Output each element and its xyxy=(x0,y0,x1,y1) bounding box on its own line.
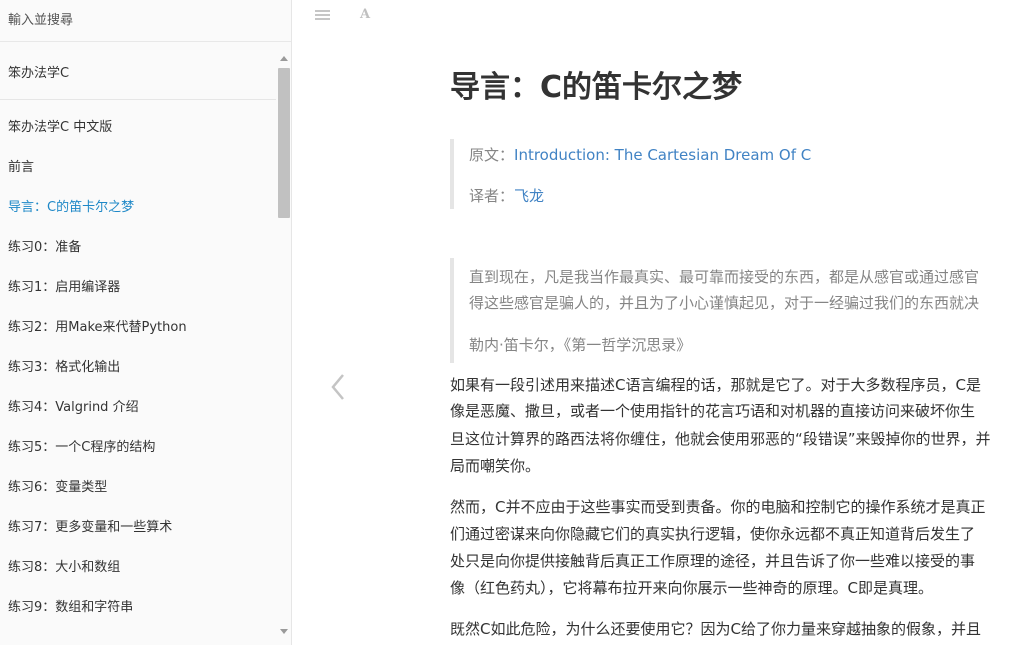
toc-item-ex4[interactable]: 练习4：Valgrind 介绍 xyxy=(8,398,139,418)
quote-line: 得这些感官是骗人的，并且为了小心谨慎起见，对于一经骗过我们的东西就决 xyxy=(469,294,980,312)
toc-divider xyxy=(0,99,276,100)
original-label: 原文： xyxy=(469,146,515,164)
paragraph-line: 局而嘲笑你。 xyxy=(450,457,541,475)
original-link[interactable]: Introduction: The Cartesian Dream Of C xyxy=(514,146,811,164)
scroll-up-arrow-icon[interactable] xyxy=(280,56,288,61)
toc-item-introduction[interactable]: 导言：C的笛卡尔之梦 xyxy=(8,198,134,218)
toc-item-ex0[interactable]: 练习0：准备 xyxy=(8,238,81,258)
toc-item-ex9[interactable]: 练习9：数组和字符串 xyxy=(8,598,133,618)
original-source: 原文：Introduction: The Cartesian Dream Of … xyxy=(469,144,811,166)
toc-item-chinese-edition[interactable]: 笨办法学C 中文版 xyxy=(8,118,112,138)
quote-attribution: 勒内·笛卡尔，《第一哲学沉思录》 xyxy=(469,336,692,354)
meta-blockquote-bar xyxy=(450,139,454,209)
quote-blockquote-bar xyxy=(450,258,454,363)
scroll-down-arrow-icon[interactable] xyxy=(280,629,288,634)
toc-item-preface[interactable]: 前言 xyxy=(8,158,34,178)
toc-item-ex1[interactable]: 练习1：启用编译器 xyxy=(8,278,120,298)
font-settings-icon[interactable]: A xyxy=(360,7,370,22)
page-title: 导言：C的笛卡尔之梦 xyxy=(450,70,743,105)
translator-label: 译者： xyxy=(469,187,515,205)
article-content: 导言：C的笛卡尔之梦 原文：Introduction: The Cartesia… xyxy=(450,0,1016,645)
paragraph-line: 处只是向你提供接触背后真正工作原理的途径，并且告诉了你一些难以接受的事 xyxy=(450,552,976,570)
paragraph-line: 像（红色药丸），它将幕布拉开来向你展示一些神奇的原理。C即是真理。 xyxy=(450,579,933,597)
sidebar-scrollbar[interactable] xyxy=(277,52,291,640)
paragraph-line: 们通过密谋来向你隐藏它们的真实执行逻辑，使你永远都不真正知道背后发生了 xyxy=(450,525,976,543)
scroll-thumb[interactable] xyxy=(278,68,290,218)
paragraph-line: 然而，C并不应由于这些事实而受到责备。你的电脑和控制它的操作系统才是真正 xyxy=(450,498,986,516)
quote-line: 直到现在，凡是我当作最真实、最可靠而接受的东西，都是从感官或通过感官 xyxy=(469,268,980,286)
toc-book-title[interactable]: 笨办法学C xyxy=(8,64,69,84)
toc-item-ex7[interactable]: 练习7：更多变量和一些算术 xyxy=(8,518,172,538)
hamburger-icon[interactable] xyxy=(315,10,331,22)
toc-item-ex2[interactable]: 练习2：用Make来代替Python xyxy=(8,318,187,338)
toc-item-ex5[interactable]: 练习5：一个C程序的结构 xyxy=(8,438,155,458)
paragraph-line: 像是恶魔、撒旦，或者一个使用指针的花言巧语和对机器的直接访问来破坏你生 xyxy=(450,402,976,420)
translator-link[interactable]: 飞龙 xyxy=(514,187,544,205)
paragraph-line: 旦这位计算界的路西法将你缠住，他就会使用邪恶的“段错误”来毁掉你的世界，并 xyxy=(450,430,991,448)
paragraph-line: 如果有一段引述用来描述C语言编程的话，那就是它了。对于大多数程序员，C是 xyxy=(450,376,981,394)
search-box xyxy=(0,0,291,42)
chevron-left-icon[interactable] xyxy=(328,372,348,402)
toc-item-ex8[interactable]: 练习8：大小和数组 xyxy=(8,558,120,578)
toc-item-ex6[interactable]: 练习6：变量类型 xyxy=(8,478,107,498)
table-of-contents: 笨办法学C 笨办法学C 中文版 前言 导言：C的笛卡尔之梦 练习0：准备 练习1… xyxy=(0,42,276,645)
translator: 译者：飞龙 xyxy=(469,185,544,207)
sidebar: 笨办法学C 笨办法学C 中文版 前言 导言：C的笛卡尔之梦 练习0：准备 练习1… xyxy=(0,0,292,645)
search-input[interactable] xyxy=(0,0,291,41)
toc-item-ex3[interactable]: 练习3：格式化输出 xyxy=(8,358,120,378)
paragraph-line: 既然C如此危险，为什么还要使用它？因为C给了你力量来穿越抽象的假象，并且 xyxy=(450,620,981,638)
